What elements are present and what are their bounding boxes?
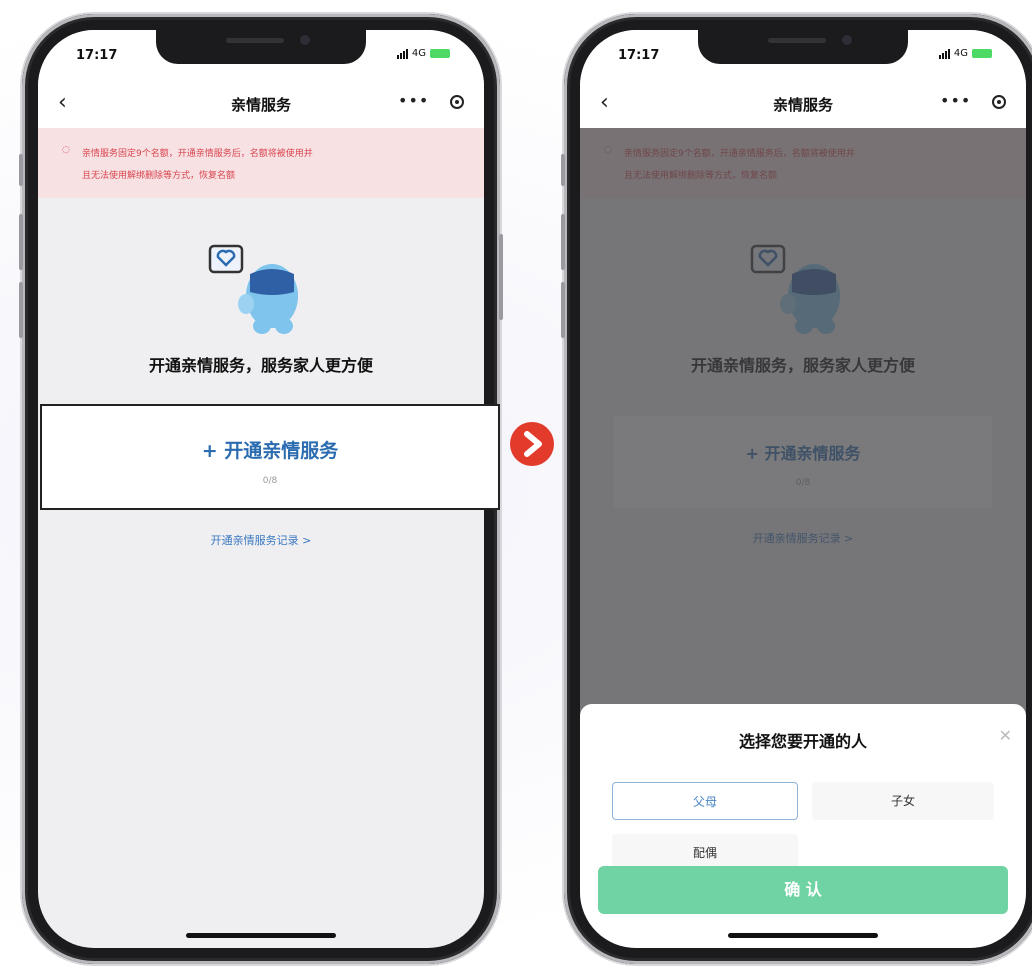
signal-icon xyxy=(396,48,408,59)
more-icon[interactable]: ••• xyxy=(398,91,429,110)
mini-program-capsule: ••• xyxy=(932,90,1012,118)
notice-icon: ◌ xyxy=(62,145,70,155)
notch xyxy=(156,30,366,64)
status-signal: 4G xyxy=(938,48,992,59)
battery-icon xyxy=(972,49,992,58)
nav-bar: ‹ 亲情服务 ••• xyxy=(38,80,484,128)
nav-bar: ‹ 亲情服务 ••• xyxy=(580,80,1026,128)
more-icon[interactable]: ••• xyxy=(940,91,971,110)
network-label: 4G xyxy=(411,48,426,59)
status-signal: 4G xyxy=(396,48,450,59)
status-time: 17:17 xyxy=(76,48,118,63)
close-icon[interactable]: ✕ xyxy=(999,726,1012,745)
battery-icon xyxy=(430,49,450,58)
target-icon[interactable] xyxy=(450,95,464,109)
mascot-illustration xyxy=(208,244,298,334)
arrow-right-icon xyxy=(510,422,554,466)
plus-icon: + xyxy=(201,440,225,462)
signal-icon xyxy=(938,48,950,59)
phone-frame-left: 17:17 4G ‹ 亲情服务 ••• ◌ 亲情服务固定9个名额，开通亲情服务后… xyxy=(19,14,503,964)
service-heading: 开通亲情服务，服务家人更方便 xyxy=(148,356,373,375)
status-time: 17:17 xyxy=(618,48,660,63)
notice-line-1: 亲情服务固定9个名额，开通亲情服务后，名额将被使用并 xyxy=(82,149,313,159)
phone-frame-right: 17:17 4G ‹ 亲情服务 ••• ◌ 亲情服务固定9个名额，开通亲情服务后… xyxy=(561,14,1032,964)
notch xyxy=(698,30,908,64)
chevron-right-icon: > xyxy=(302,534,312,547)
home-indicator xyxy=(728,933,878,938)
select-person-sheet: 选择您要开通的人 ✕ 父母 子女 配偶 确 认 xyxy=(580,704,1026,948)
network-label: 4G xyxy=(953,48,968,59)
confirm-button[interactable]: 确 认 xyxy=(598,866,1008,914)
open-service-label: + 开通亲情服务 xyxy=(201,440,339,462)
record-link[interactable]: 开通亲情服务记录 > xyxy=(38,532,484,548)
record-link-label: 开通亲情服务记录 xyxy=(210,534,299,547)
target-icon[interactable] xyxy=(992,95,1006,109)
screen-right: 17:17 4G ‹ 亲情服务 ••• ◌ 亲情服务固定9个名额，开通亲情服务后… xyxy=(580,30,1026,948)
home-indicator xyxy=(186,933,336,938)
quota-notice: ◌ 亲情服务固定9个名额，开通亲情服务后，名额将被使用并 且无法使用解绑删除等方… xyxy=(38,128,484,198)
notice-line-2: 且无法使用解绑删除等方式，恢复名额 xyxy=(82,171,236,181)
option-children[interactable]: 子女 xyxy=(812,782,994,820)
mini-program-capsule: ••• xyxy=(390,90,470,118)
open-service-button[interactable]: + 开通亲情服务 0/8 xyxy=(40,404,500,510)
option-parents[interactable]: 父母 xyxy=(612,782,798,820)
quota-count: 0/8 xyxy=(262,476,278,486)
sheet-title: 选择您要开通的人 xyxy=(738,732,867,751)
